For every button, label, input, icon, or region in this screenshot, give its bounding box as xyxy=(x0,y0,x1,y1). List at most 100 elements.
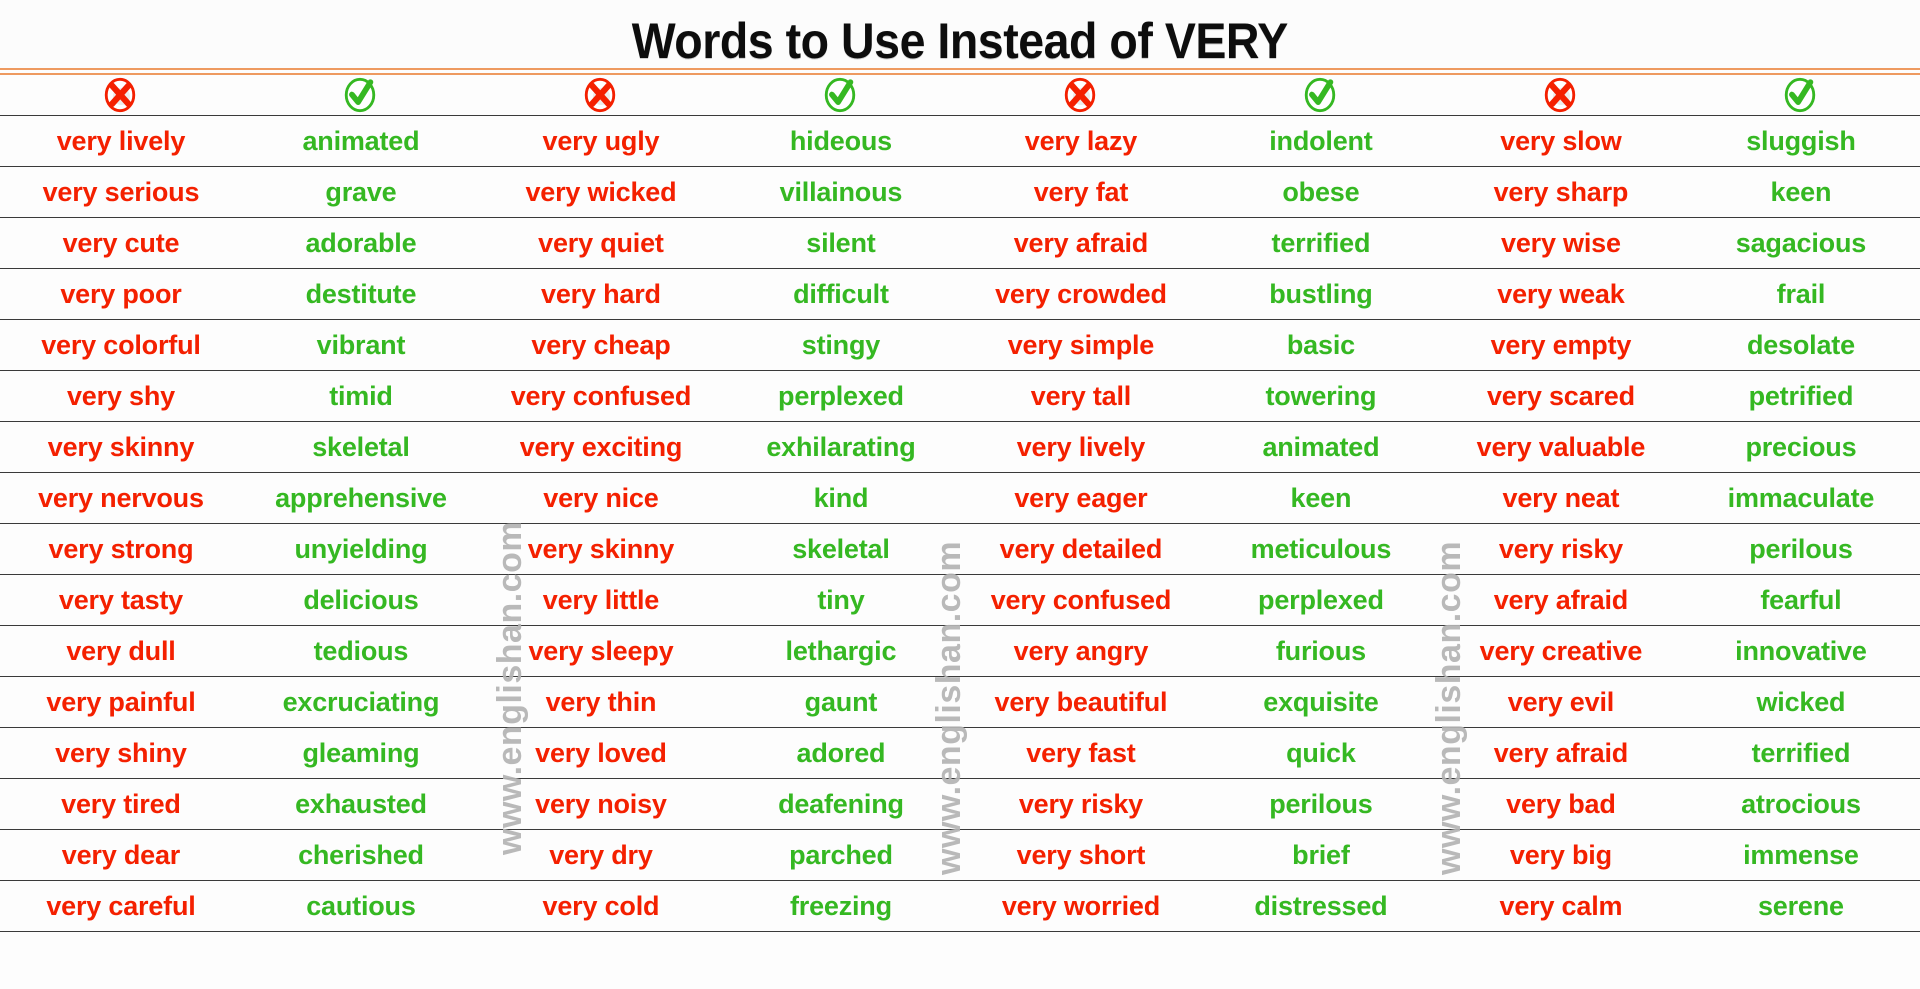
very-phrase-cell: very shiny xyxy=(0,727,242,779)
very-phrase-cell: very creative xyxy=(1439,625,1682,677)
title-band: Words to Use Instead of VERY xyxy=(0,0,1920,68)
table-row: very colorful vibrant very cheap stingy very… xyxy=(0,319,1920,371)
very-phrase-cell: very serious xyxy=(0,166,242,218)
replacement-word-cell: deafening xyxy=(721,778,960,830)
replacement-word-cell: gaunt xyxy=(721,676,960,728)
infographic-page: Words to Use Instead of VERY very lively… xyxy=(0,0,1920,989)
replacement-word-cell: apprehensive xyxy=(241,472,480,524)
very-phrase-cell: very wicked xyxy=(479,166,722,218)
table-row: very nervous apprehensive very nice kind ver… xyxy=(0,472,1920,524)
replacement-word-cell: villainous xyxy=(721,166,960,218)
very-phrase-cell: very cheap xyxy=(479,319,722,371)
column-header-8 xyxy=(1680,75,1920,115)
table-row: very tired exhausted very noisy deafening ve… xyxy=(0,778,1920,830)
page-title: Words to Use Instead of VERY xyxy=(631,13,1289,69)
table-row: very poor destitute very hard difficult very… xyxy=(0,268,1920,320)
very-phrase-cell: very exciting xyxy=(479,421,722,473)
very-phrase-cell: very neat xyxy=(1439,472,1682,524)
replacement-word-cell: serene xyxy=(1681,880,1920,932)
very-phrase-cell: very loved xyxy=(479,727,722,779)
replacement-word-cell: stingy xyxy=(721,319,960,371)
replacement-word-cell: basic xyxy=(1201,319,1440,371)
very-phrase-cell: very risky xyxy=(1439,523,1682,575)
very-phrase-cell: very shy xyxy=(0,370,242,422)
very-phrase-cell: very painful xyxy=(0,676,242,728)
very-phrase-cell: very afraid xyxy=(1439,727,1682,779)
table-row: very serious grave very wicked villainous ve… xyxy=(0,166,1920,218)
replacement-word-cell: difficult xyxy=(721,268,960,320)
table-row: very careful cautious very cold freezing ver… xyxy=(0,880,1920,932)
very-phrase-cell: very cold xyxy=(479,880,722,932)
replacement-word-cell: cautious xyxy=(241,880,480,932)
check-icon xyxy=(341,76,379,114)
very-phrase-cell: very confused xyxy=(479,370,722,422)
very-phrase-cell: very afraid xyxy=(1439,574,1682,626)
replacement-word-cell: skeletal xyxy=(721,523,960,575)
replacement-word-cell: vibrant xyxy=(241,319,480,371)
replacement-word-cell: keen xyxy=(1681,166,1920,218)
table-row: very dear cherished very dry parched very sh… xyxy=(0,829,1920,881)
replacement-word-cell: animated xyxy=(241,115,480,167)
cross-icon xyxy=(1541,76,1579,114)
replacement-word-cell: exhausted xyxy=(241,778,480,830)
column-header-7 xyxy=(1440,75,1680,115)
very-phrase-cell: very little xyxy=(479,574,722,626)
replacement-word-cell: freezing xyxy=(721,880,960,932)
replacement-word-cell: exhilarating xyxy=(721,421,960,473)
very-phrase-cell: very lazy xyxy=(959,115,1202,167)
cross-icon xyxy=(1061,76,1099,114)
replacement-word-cell: furious xyxy=(1201,625,1440,677)
cross-icon xyxy=(581,76,619,114)
very-phrase-cell: very wise xyxy=(1439,217,1682,269)
very-phrase-cell: very tasty xyxy=(0,574,242,626)
replacement-word-cell: terrified xyxy=(1681,727,1920,779)
table-row: very lively animated very ugly hideous very … xyxy=(0,115,1920,167)
very-phrase-cell: very valuable xyxy=(1439,421,1682,473)
table-row: very cute adorable very quiet silent very af… xyxy=(0,217,1920,269)
replacement-word-cell: silent xyxy=(721,217,960,269)
replacement-word-cell: desolate xyxy=(1681,319,1920,371)
very-phrase-cell: very dry xyxy=(479,829,722,881)
very-phrase-cell: very skinny xyxy=(0,421,242,473)
replacement-word-cell: quick xyxy=(1201,727,1440,779)
replacement-word-cell: perplexed xyxy=(1201,574,1440,626)
very-phrase-cell: very bad xyxy=(1439,778,1682,830)
replacement-word-cell: kind xyxy=(721,472,960,524)
very-phrase-cell: very worried xyxy=(959,880,1202,932)
very-phrase-cell: very fast xyxy=(959,727,1202,779)
replacement-word-cell: petrified xyxy=(1681,370,1920,422)
very-phrase-cell: very nice xyxy=(479,472,722,524)
replacement-word-cell: frail xyxy=(1681,268,1920,320)
replacement-word-cell: tiny xyxy=(721,574,960,626)
column-header-1 xyxy=(0,75,240,115)
replacement-word-cell: perilous xyxy=(1201,778,1440,830)
very-phrase-cell: very dull xyxy=(0,625,242,677)
column-header-6 xyxy=(1200,75,1440,115)
replacement-word-cell: exquisite xyxy=(1201,676,1440,728)
words-table-body: very lively animated very ugly hideous very … xyxy=(0,115,1920,932)
very-phrase-cell: very risky xyxy=(959,778,1202,830)
replacement-word-cell: animated xyxy=(1201,421,1440,473)
very-phrase-cell: very tall xyxy=(959,370,1202,422)
very-phrase-cell: very poor xyxy=(0,268,242,320)
replacement-word-cell: indolent xyxy=(1201,115,1440,167)
replacement-word-cell: gleaming xyxy=(241,727,480,779)
very-phrase-cell: very thin xyxy=(479,676,722,728)
table-row: very dull tedious very sleepy lethargic very… xyxy=(0,625,1920,677)
replacement-word-cell: keen xyxy=(1201,472,1440,524)
replacement-word-cell: timid xyxy=(241,370,480,422)
very-phrase-cell: very sleepy xyxy=(479,625,722,677)
very-phrase-cell: very scared xyxy=(1439,370,1682,422)
very-phrase-cell: very cute xyxy=(0,217,242,269)
replacement-word-cell: perilous xyxy=(1681,523,1920,575)
very-phrase-cell: very beautiful xyxy=(959,676,1202,728)
table-row: very shiny gleaming very loved adored very f… xyxy=(0,727,1920,779)
very-phrase-cell: very slow xyxy=(1439,115,1682,167)
very-phrase-cell: very hard xyxy=(479,268,722,320)
table-row: very painful excruciating very thin gaunt ve… xyxy=(0,676,1920,728)
replacement-word-cell: cherished xyxy=(241,829,480,881)
replacement-word-cell: towering xyxy=(1201,370,1440,422)
very-phrase-cell: very confused xyxy=(959,574,1202,626)
replacement-word-cell: immense xyxy=(1681,829,1920,881)
replacement-word-cell: obese xyxy=(1201,166,1440,218)
